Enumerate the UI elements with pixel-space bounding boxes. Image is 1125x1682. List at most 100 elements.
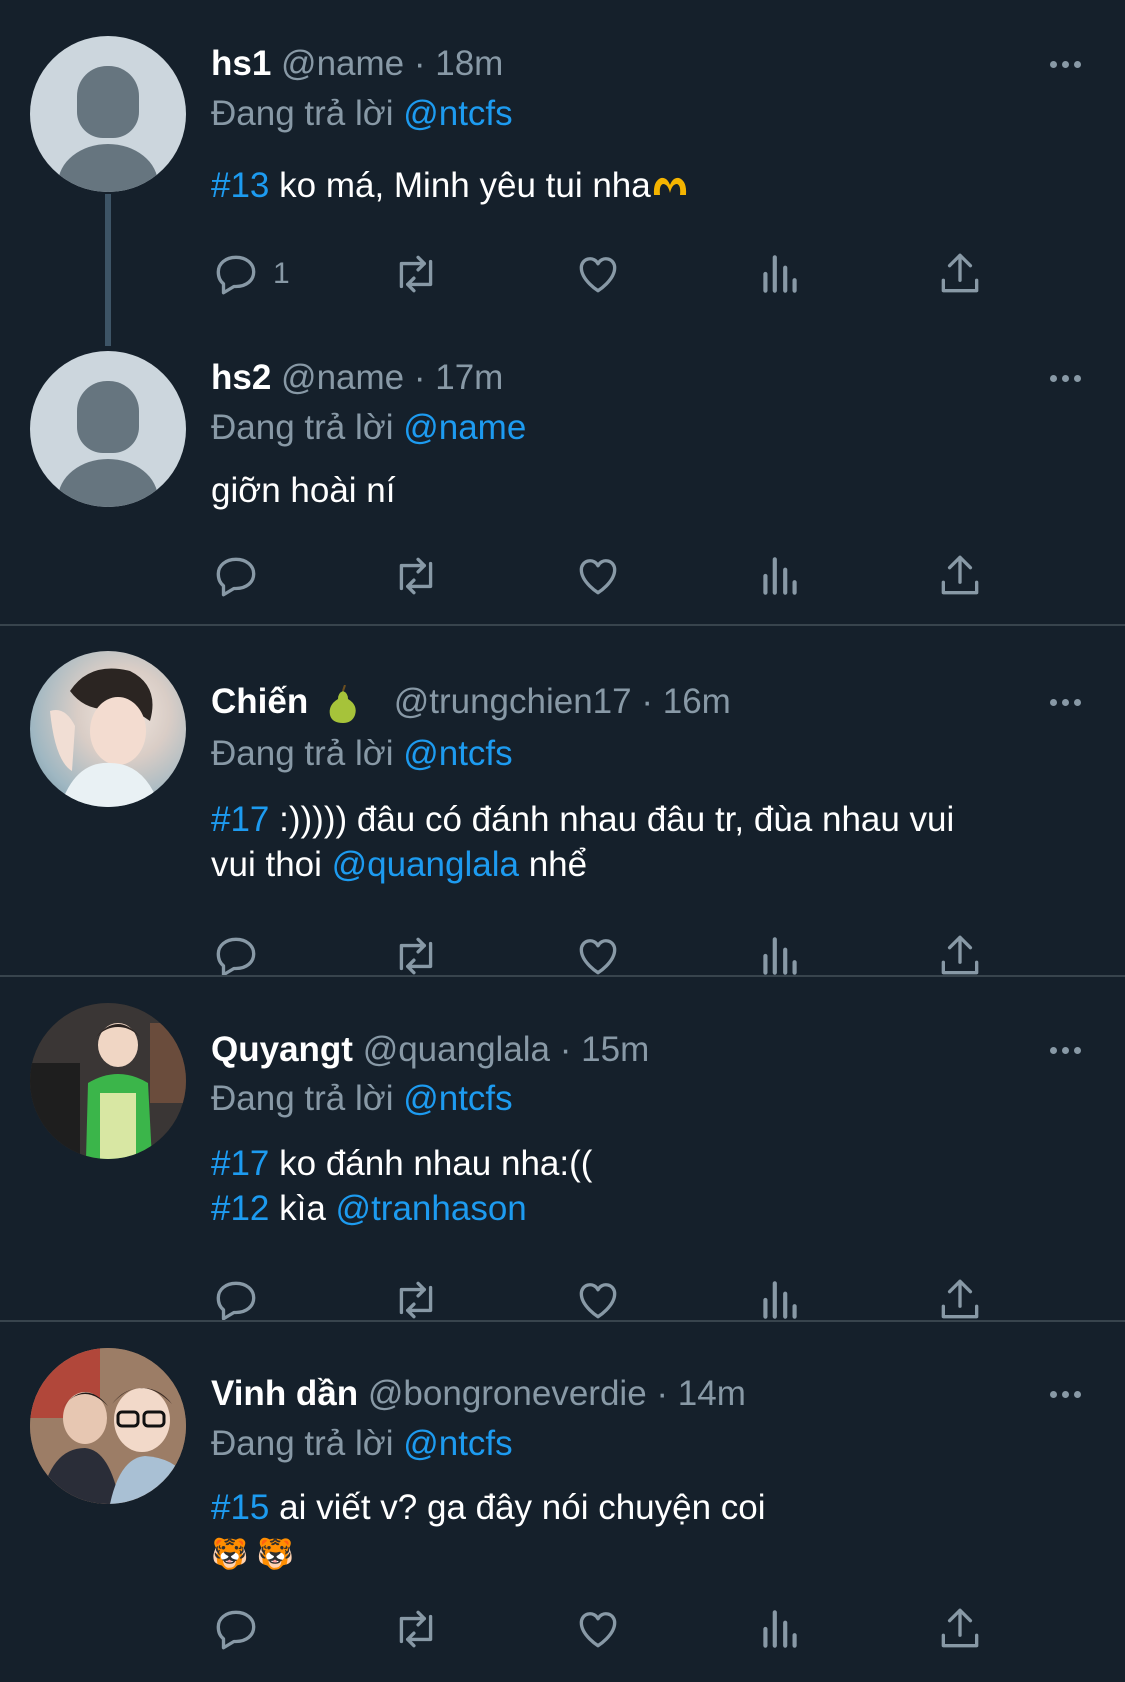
tweet-text: giỡn hoài ní — [211, 468, 1071, 513]
reply-button[interactable] — [211, 1599, 261, 1659]
tweet-body: ko đánh nhau nha:(( — [269, 1144, 593, 1183]
retweet-button[interactable] — [391, 546, 441, 606]
reply-icon — [216, 937, 256, 977]
display-name[interactable]: hs2 — [211, 358, 271, 397]
more-icon[interactable] — [1040, 682, 1090, 722]
more-icon[interactable] — [1040, 44, 1090, 84]
like-button[interactable] — [573, 244, 623, 304]
analytics-icon — [763, 557, 797, 595]
like-button[interactable] — [573, 546, 623, 606]
replying-mention[interactable]: @ntcfs — [403, 1424, 512, 1463]
pear-emoji-icon — [329, 684, 356, 723]
hashtag[interactable]: #12 — [211, 1189, 269, 1228]
avatar[interactable] — [30, 1348, 186, 1504]
tweet-header: hs2 @name · 17m — [211, 358, 503, 398]
reply-button[interactable]: 1 — [211, 244, 290, 304]
hashtag[interactable]: #17 — [211, 800, 269, 839]
reply-icon — [216, 1281, 256, 1321]
display-name[interactable]: hs1 — [211, 44, 271, 83]
tweet-body-end: nhể — [518, 845, 588, 884]
replying-mention[interactable]: @ntcfs — [403, 94, 512, 133]
heart-icon — [579, 1283, 617, 1319]
reply-button[interactable] — [211, 546, 261, 606]
tweet-hs2[interactable]: hs2 @name · 17m Đang trả lời @name giỡn … — [0, 340, 1125, 625]
share-icon — [941, 1608, 979, 1648]
share-icon — [941, 1279, 979, 1319]
like-button[interactable] — [573, 1599, 623, 1659]
analytics-icon — [763, 1610, 797, 1648]
timestamp[interactable]: · 15m — [560, 1030, 649, 1069]
replying-mention[interactable]: @ntcfs — [403, 734, 512, 773]
retweet-button[interactable] — [391, 244, 441, 304]
mention[interactable]: @tranhason — [336, 1189, 527, 1228]
tweet-header: Vinh dần @bongroneverdie · 14m — [211, 1374, 746, 1414]
retweet-button[interactable] — [391, 1599, 441, 1659]
avatar[interactable] — [30, 1003, 186, 1159]
share-icon — [941, 935, 979, 975]
avatar-photo — [50, 668, 160, 807]
replying-to: Đang trả lời @ntcfs — [211, 734, 513, 774]
retweet-icon — [399, 1281, 433, 1319]
display-name[interactable]: Vinh dần — [211, 1374, 358, 1413]
avatar[interactable] — [30, 651, 186, 807]
hashtag[interactable]: #15 — [211, 1488, 269, 1527]
tweet-body: giỡn hoài ní — [211, 471, 396, 510]
share-button[interactable] — [935, 244, 985, 304]
views-button[interactable] — [755, 244, 805, 304]
tweet-body: ko má, Minh yêu tui nha — [269, 166, 651, 205]
avatar[interactable] — [30, 36, 186, 192]
timestamp[interactable]: · 14m — [656, 1374, 745, 1413]
more-icon[interactable] — [1040, 1374, 1090, 1414]
handle[interactable]: @quanglala — [363, 1030, 550, 1069]
tweet-chien[interactable]: Chiến @trungchien17 · 16m Đang trả lời @… — [0, 626, 1125, 977]
share-icon — [941, 253, 979, 293]
share-button[interactable] — [935, 546, 985, 606]
hashtag[interactable]: #17 — [211, 1144, 269, 1183]
share-button[interactable] — [935, 1599, 985, 1659]
tweet-quyangt[interactable]: Quyangt @quanglala · 15m Đang trả lời @n… — [0, 977, 1125, 1321]
more-icon[interactable] — [1040, 1030, 1090, 1070]
reply-icon — [216, 255, 256, 295]
timestamp[interactable]: · 17m — [414, 358, 503, 397]
replying-mention[interactable]: @name — [403, 408, 526, 447]
display-name[interactable]: Quyangt — [211, 1030, 353, 1069]
tweet-text: #13 ko má, Minh yêu tui nha — [211, 163, 1071, 208]
heart-icon — [579, 257, 617, 293]
handle[interactable]: @trungchien17 — [394, 682, 632, 721]
thread-line — [105, 194, 111, 346]
tweet-text: #17 ko đánh nhau nha:((#12 kìa @tranhaso… — [211, 1141, 1071, 1231]
tweet-header: hs1 @name · 18m — [211, 44, 503, 84]
action-bar: 1 — [211, 244, 1011, 304]
tweet-body-cont: vui thoi — [211, 845, 332, 884]
share-icon — [941, 555, 979, 595]
handle[interactable]: @bongroneverdie — [368, 1374, 647, 1413]
analytics-icon — [763, 1281, 797, 1319]
replying-mention[interactable]: @ntcfs — [403, 1079, 512, 1118]
views-button[interactable] — [755, 1599, 805, 1659]
reply-icon — [216, 1610, 256, 1650]
handle[interactable]: @name — [281, 358, 404, 397]
tweet-text: #17 :))))) đâu có đánh nhau đâu tr, đùa … — [211, 797, 1071, 887]
tweet-hs1[interactable]: hs1 @name · 18m Đang trả lời @ntcfs #13 … — [0, 0, 1125, 346]
avatar-photo — [30, 1003, 186, 1159]
replying-to: Đang trả lời @ntcfs — [211, 1079, 513, 1119]
handle[interactable]: @name — [281, 44, 404, 83]
reply-icon — [216, 557, 256, 597]
display-name[interactable]: Chiến — [211, 682, 308, 721]
replying-to: Đang trả lời @ntcfs — [211, 1424, 513, 1464]
avatar[interactable] — [30, 351, 186, 507]
timestamp[interactable]: · 16m — [641, 682, 730, 721]
tweet-vinh[interactable]: Vinh dần @bongroneverdie · 14m Đang trả … — [0, 1322, 1125, 1682]
views-button[interactable] — [755, 546, 805, 606]
replying-prefix: Đang trả lời — [211, 1424, 394, 1463]
timestamp[interactable]: · 18m — [414, 44, 503, 83]
tweet-body-cont: kìa — [269, 1189, 336, 1228]
mention[interactable]: @quanglala — [332, 845, 519, 884]
replying-prefix: Đang trả lời — [211, 1079, 394, 1118]
retweet-icon — [399, 937, 433, 975]
tweet-header: Chiến @trungchien17 · 16m — [211, 682, 731, 723]
replying-prefix: Đang trả lời — [211, 408, 394, 447]
heart-icon — [579, 559, 617, 595]
hashtag[interactable]: #13 — [211, 166, 269, 205]
more-icon[interactable] — [1040, 358, 1090, 398]
